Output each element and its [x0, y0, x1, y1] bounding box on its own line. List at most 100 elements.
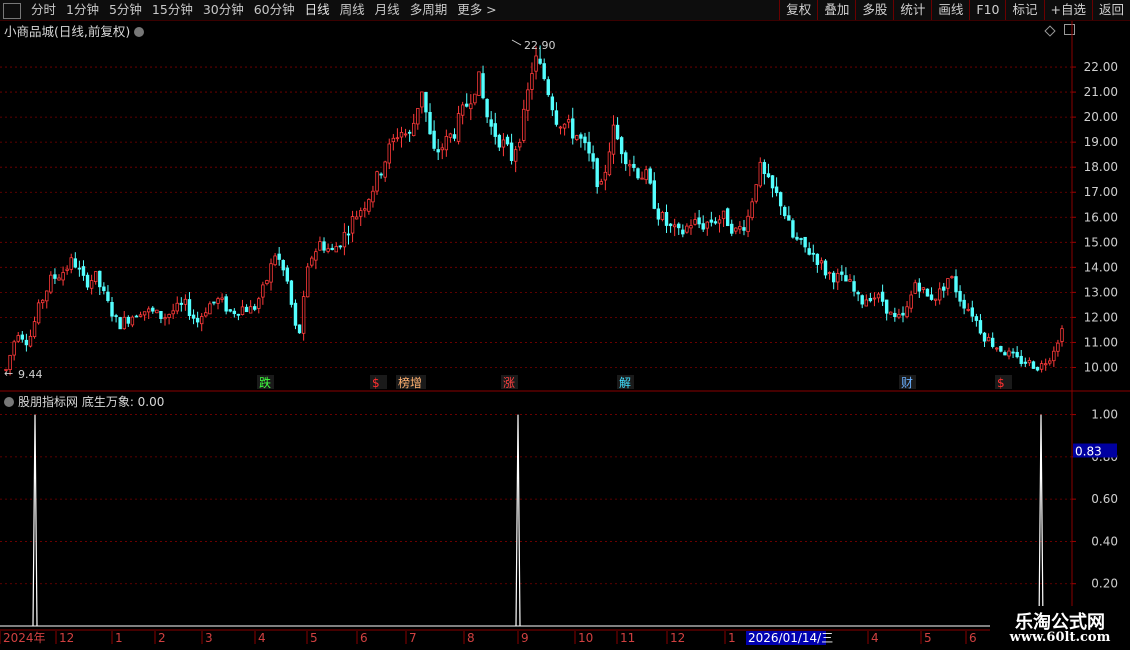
high-price-label: 22.90	[524, 39, 556, 52]
candle-body-83	[342, 231, 347, 248]
candle-body-130	[534, 55, 538, 72]
candle-body-219	[897, 314, 901, 318]
candle-body-169	[693, 219, 697, 225]
y-tick-label-12: 22.00	[1084, 60, 1118, 74]
indicator-spike-0	[32, 414, 38, 627]
candle-body-17	[73, 258, 78, 268]
y-tick-label-2: 12.00	[1084, 310, 1118, 324]
candle-body-172	[705, 221, 709, 229]
low-price-arrow: ←	[4, 367, 13, 380]
candle-body-113	[465, 103, 469, 107]
candle-body-11	[49, 274, 53, 293]
candle-body-59	[244, 306, 249, 313]
candle-body-57	[236, 313, 241, 316]
candle-body-191	[783, 206, 787, 217]
candle-body-50	[208, 303, 212, 315]
indicator-spike-1	[515, 414, 521, 627]
candle-body-176	[721, 210, 726, 220]
candle-body-147	[603, 171, 608, 181]
candle-body-173	[709, 219, 714, 223]
candle-body-58	[240, 306, 245, 315]
candle-body-68	[281, 260, 285, 271]
candle-body-22	[93, 271, 98, 282]
candle-body-180	[738, 226, 742, 230]
candle-body-84	[346, 233, 351, 236]
signal-label-6: $	[997, 376, 1005, 390]
candle-body-3	[16, 335, 20, 342]
candle-body-20	[85, 274, 90, 288]
candle-body-103	[424, 91, 428, 113]
candle-body-30	[126, 316, 131, 324]
candle-body-203	[831, 272, 836, 283]
candle-body-143	[587, 141, 591, 154]
x-label-10: 9	[521, 631, 529, 645]
candle-body-181	[742, 227, 746, 231]
candle-body-119	[489, 119, 493, 127]
ind-y-tick-label-2: 0.60	[1091, 492, 1118, 506]
x-label-6: 5	[310, 631, 318, 645]
candle-body-190	[778, 192, 783, 207]
y-tick-label-10: 20.00	[1084, 110, 1118, 124]
candle-body-175	[717, 219, 722, 224]
candle-body-100	[412, 122, 416, 136]
candle-body-66	[273, 255, 277, 266]
stock-chart: 10.0011.0012.0013.0014.0015.0016.0017.00…	[0, 21, 1130, 645]
candle-body-153	[628, 164, 632, 167]
candle-body-242	[990, 337, 995, 347]
candle-body-61	[253, 306, 257, 310]
x-label-0: 2024年	[3, 631, 46, 645]
candle-body-97	[399, 132, 404, 138]
candle-body-200	[819, 260, 824, 264]
candle-body-112	[460, 104, 465, 116]
x-label-14: 1	[728, 631, 736, 645]
candle-body-184	[754, 184, 758, 202]
candle-body-79	[326, 248, 330, 252]
candle-body-194	[795, 236, 799, 240]
candle-body-114	[469, 103, 473, 110]
candle-body-16	[69, 257, 73, 270]
y-tick-label-3: 13.00	[1084, 285, 1118, 299]
signal-label-5: 财	[901, 376, 913, 390]
candle-body-187	[766, 173, 771, 178]
candle-body-204	[836, 273, 840, 283]
candle-body-116	[477, 71, 481, 96]
candle-body-254	[1039, 363, 1044, 370]
candle-body-55	[228, 309, 232, 312]
candle-body-206	[844, 275, 848, 282]
candle-body-96	[395, 137, 400, 140]
candle-body-144	[591, 153, 595, 162]
candle-body-35	[147, 308, 151, 313]
candle-body-44	[183, 298, 188, 305]
candle-body-72	[297, 324, 302, 334]
candle-body-216	[884, 299, 889, 314]
candle-body-231	[946, 278, 950, 289]
candle-body-240	[982, 332, 987, 342]
candle-body-163	[668, 223, 673, 227]
y-tick-label-11: 21.00	[1084, 85, 1118, 99]
low-price-label: 9.44	[18, 368, 43, 381]
high-price-arrow	[511, 39, 522, 46]
watermark-line2: www.60lt.com	[1009, 630, 1111, 645]
y-tick-label-8: 18.00	[1084, 160, 1118, 174]
candle-body-4	[20, 334, 25, 340]
candle-body-127	[522, 108, 526, 141]
candle-body-255	[1043, 363, 1048, 366]
candle-body-135	[554, 110, 559, 125]
candle-body-210	[860, 295, 864, 305]
candle-body-92	[379, 173, 383, 176]
candle-body-243	[995, 347, 999, 350]
candle-body-107	[440, 147, 444, 151]
candle-body-131	[538, 58, 542, 64]
candle-body-93	[383, 161, 387, 178]
x-label-9: 8	[467, 631, 475, 645]
candle-body-249	[1019, 355, 1023, 364]
candle-body-213	[872, 297, 877, 300]
candle-body-154	[632, 163, 636, 168]
candle-body-6	[28, 335, 33, 347]
candle-body-137	[562, 123, 567, 129]
x-label-7: 6	[360, 631, 368, 645]
candle-body-198	[811, 252, 815, 255]
candle-body-155	[636, 168, 640, 179]
candle-body-34	[142, 311, 147, 316]
candle-body-257	[1052, 350, 1056, 362]
